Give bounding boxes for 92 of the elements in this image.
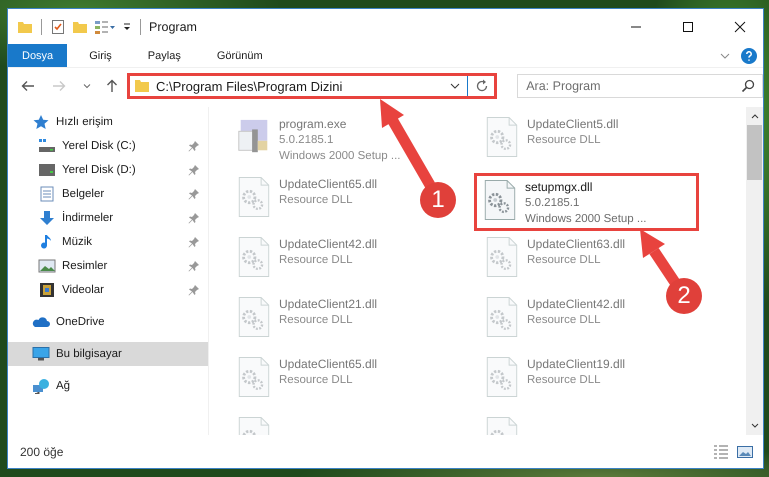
ribbon-tab[interactable]: Görünüm (202, 44, 277, 67)
sidebar-item[interactable]: İndirmeler (8, 206, 208, 230)
sidebar-label: Ağ (56, 380, 70, 392)
sidebar-item[interactable]: Yerel Disk (C:) (8, 134, 208, 158)
sidebar-label: Yerel Disk (C:) (62, 140, 136, 152)
file-tile[interactable]: UpdateClient42.dll Resource DLL (478, 293, 630, 351)
scrollbar[interactable] (746, 107, 763, 435)
sidebar-label: İndirmeler (62, 212, 114, 224)
tiles-view-icon[interactable] (737, 444, 753, 460)
address-path: C:\Program Files\Program Dizini (156, 78, 344, 94)
file-detail: Resource DLL (279, 373, 354, 388)
file-tile[interactable]: UpdateClient19.dll Resource DLL (478, 353, 630, 411)
file-tile[interactable]: program.exe 5.0.2185.1 Windows 2000 Setup ... (230, 113, 406, 171)
sidebar-item[interactable]: Müzik (8, 230, 208, 254)
file-detail: Resource DLL (279, 313, 354, 328)
file-name: program.exe (279, 116, 348, 132)
sidebar-label: Yerel Disk (D:) (62, 164, 136, 176)
pin-icon[interactable] (188, 284, 200, 296)
pin-icon[interactable] (188, 260, 200, 272)
file-name: UpdateClient19.dll (527, 356, 626, 372)
ribbon-tab[interactable]: Giriş (75, 44, 126, 67)
file-detail: Windows 2000 Setup ... (525, 212, 646, 227)
sidebar-item[interactable]: OneDrive (8, 310, 208, 334)
file-name: UpdateClient5.dll (527, 116, 618, 132)
sidebar-label: Resimler (62, 260, 108, 272)
file-detail: Windows 2000 Setup ... (279, 149, 400, 164)
file-tile[interactable]: UpdateClient21.dll Resource DLL (230, 293, 382, 351)
file-detail: 5.0.2185.1 (525, 196, 580, 211)
search-icon (741, 79, 755, 93)
sidebar-label: Videolar (62, 284, 104, 296)
sidebar-label: OneDrive (56, 316, 105, 328)
file-detail: Resource DLL (279, 193, 354, 208)
sidebar-label: Bu bilgisayar (56, 348, 122, 360)
file-tile[interactable]: UpdateClient65.dll Resource DLL (230, 173, 382, 231)
pin-icon[interactable] (188, 212, 200, 224)
file-name: setupmgx.dll (525, 179, 594, 195)
sidebar-item[interactable]: Belgeler (8, 182, 208, 206)
search-field[interactable]: Ara: Program (517, 74, 763, 98)
star-icon (32, 114, 50, 130)
file-detail: Resource DLL (527, 313, 602, 328)
file-detail: Resource DLL (279, 253, 354, 268)
sidebar-item[interactable]: Yerel Disk (D:) (8, 158, 208, 182)
sidebar-label: Belgeler (62, 188, 104, 200)
file-detail: 5.0.2185.1 (279, 133, 334, 148)
pin-icon[interactable] (188, 164, 200, 176)
scrollbar-thumb[interactable] (747, 125, 762, 180)
file-name: UpdateClient42.dll (527, 296, 626, 312)
file-tile[interactable]: setupmgx.dll 5.0.2185.1 Windows 2000 Setup ... (474, 173, 700, 231)
sidebar-item[interactable]: Videolar (8, 278, 208, 302)
address-bar[interactable]: C:\Program Files\Program Dizini (127, 73, 498, 99)
chevron-down-icon[interactable] (82, 81, 92, 91)
image-icon (38, 258, 56, 274)
film-icon (38, 282, 56, 298)
checkmark-document-icon[interactable] (50, 18, 66, 34)
drive-icon (38, 162, 56, 178)
pin-icon[interactable] (188, 236, 200, 248)
ribbon-tab[interactable]: Paylaş (134, 44, 195, 67)
sidebar-item[interactable]: Hızlı erişim (8, 110, 208, 134)
caret-icon[interactable] (122, 22, 132, 32)
scroll-down-icon[interactable] (750, 422, 760, 430)
file-name: UpdateClient65.dll (279, 176, 378, 192)
file-name: UpdateClient21.dll (279, 296, 378, 312)
drive-icon (38, 138, 56, 154)
details-view-icon[interactable] (713, 444, 729, 460)
sidebar-item[interactable]: Ağ (8, 374, 208, 398)
sidebar-label: Müzik (62, 236, 92, 248)
sidebar-item[interactable]: Bu bilgisayar (8, 342, 208, 366)
file-detail: Resource DLL (527, 253, 602, 268)
file-name: UpdateClient63.dll (527, 236, 626, 252)
properties-icon[interactable] (94, 18, 116, 34)
folder-icon (134, 78, 150, 94)
file-name: UpdateClient65.dll (279, 356, 378, 372)
file-name: UpdateClient42.dll (279, 236, 378, 252)
window-title: Program (149, 20, 197, 34)
file-tile[interactable]: UpdateClient42.dll Resource DLL (230, 233, 382, 291)
file-tile[interactable]: UpdateClient5.dll Resource DLL (478, 113, 624, 171)
scroll-up-icon[interactable] (750, 112, 760, 120)
pin-icon[interactable] (188, 140, 200, 152)
help-icon[interactable] (741, 48, 757, 64)
monitor-icon (32, 346, 50, 362)
file-tile[interactable]: UpdateClient65.dll Resource DLL (230, 353, 382, 411)
document-icon (38, 186, 56, 202)
file-detail: Resource DLL (527, 133, 602, 148)
file-detail: Resource DLL (527, 373, 602, 388)
sidebar-item[interactable]: Resimler (8, 254, 208, 278)
file-tile[interactable]: UpdateClient63.dll Resource DLL (478, 233, 630, 291)
sidebar-label: Hızlı erişim (56, 116, 113, 128)
ribbon-tab[interactable]: Dosya (8, 44, 68, 67)
network-icon (32, 378, 50, 394)
pin-icon[interactable] (188, 188, 200, 200)
download-icon (38, 210, 56, 226)
item-count: 200 öğe (20, 444, 64, 458)
